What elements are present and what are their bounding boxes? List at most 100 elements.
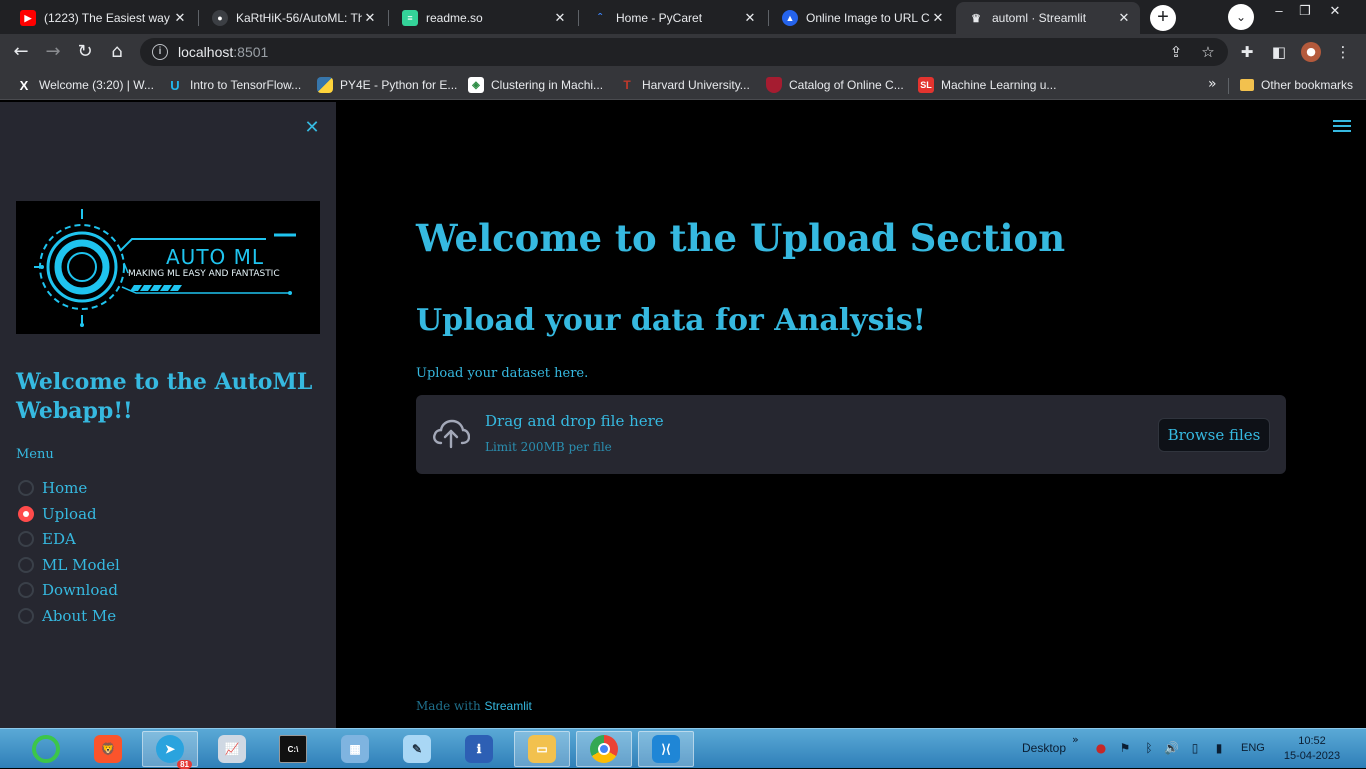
browser-toolbar: ← → ↻ ⌂ i localhost:8501 ⇪ ☆ ✚ ◧ ● ⋮ (0, 34, 1366, 70)
radio-label: Upload (42, 505, 97, 523)
taskbar-monitor[interactable]: 📈 (204, 731, 260, 767)
start-button[interactable] (18, 731, 74, 767)
taskbar-explorer[interactable]: ▭ (514, 731, 570, 767)
taskbar-control-panel[interactable]: ▦ (327, 731, 383, 767)
site-info-icon[interactable]: i (152, 44, 168, 60)
taskbar-cmd[interactable]: C:\ (265, 731, 321, 767)
extensions-icon[interactable]: ✚ (1237, 42, 1257, 62)
close-icon[interactable]: ✕ (930, 10, 946, 26)
x-icon: X (19, 77, 29, 93)
taskbar-brave[interactable]: 🦁 (80, 731, 136, 767)
tab-separator (388, 10, 389, 26)
bookmark-item[interactable]: Catalog of Online C... (766, 76, 904, 94)
taskbar-notepad[interactable]: ✎ (389, 731, 445, 767)
taskbar-vscode[interactable]: ⟩⟨ (638, 731, 694, 767)
folder-icon (1240, 79, 1254, 91)
bookmark-item[interactable]: SL Machine Learning u... (918, 76, 1056, 94)
home-icon[interactable]: ⌂ (104, 39, 130, 65)
radio-circle[interactable] (18, 582, 34, 598)
tab-pycaret[interactable]: ˆ Home - PyCaret ✕ (580, 2, 766, 34)
tab-separator (198, 10, 199, 26)
back-icon[interactable]: ← (8, 39, 34, 65)
bookmark-item[interactable]: X Welcome (3:20) | W... (16, 76, 154, 94)
tab-title: (1223) The Easiest way to (44, 11, 172, 25)
antivirus-icon[interactable]: ● (1094, 741, 1108, 755)
radio-circle-selected[interactable] (18, 506, 34, 522)
close-icon[interactable]: ✕ (172, 10, 188, 26)
bookmark-item[interactable]: ◈ Clustering in Machi... (468, 76, 603, 94)
brave-icon: 🦁 (94, 735, 122, 763)
side-panel-icon[interactable]: ◧ (1269, 42, 1289, 62)
tab-youtube[interactable]: ▶ (1223) The Easiest way to ✕ (8, 2, 196, 34)
restore-icon[interactable]: ❐ (1290, 0, 1320, 22)
clock[interactable]: 10:52 15-04-2023 (1282, 734, 1342, 764)
bluetooth-icon[interactable]: ᛒ (1142, 741, 1156, 755)
streamlit-link[interactable]: Streamlit (485, 699, 532, 713)
browser-tab-strip: ▶ (1223) The Easiest way to ✕ ● KaRtHiK-… (0, 0, 1366, 34)
radio-option-upload[interactable]: Upload (18, 503, 97, 525)
close-icon[interactable]: ✕ (552, 10, 568, 26)
radio-label: ML Model (42, 556, 120, 574)
desktop-toolbar-label[interactable]: Desktop (1022, 741, 1066, 755)
bookmark-label: Clustering in Machi... (491, 78, 604, 92)
main-menu-icon[interactable] (1333, 120, 1351, 134)
share-icon[interactable]: ⇪ (1166, 42, 1186, 62)
bookmark-item[interactable]: T Harvard University... (619, 76, 750, 94)
taskbar-chrome[interactable] (576, 731, 632, 767)
vscode-icon: ⟩⟨ (652, 735, 680, 763)
radio-circle[interactable] (18, 557, 34, 573)
more-bookmarks-icon[interactable]: » (1208, 76, 1217, 92)
close-icon[interactable]: ✕ (742, 10, 758, 26)
browse-files-button[interactable]: Browse files (1158, 418, 1270, 452)
address-bar[interactable]: i localhost:8501 (140, 38, 1228, 66)
radio-circle[interactable] (18, 531, 34, 547)
network-signal-icon[interactable]: ▮ (1212, 741, 1226, 755)
radio-option-home[interactable]: Home (18, 477, 87, 499)
battery-icon[interactable]: ▯ (1188, 741, 1202, 755)
radio-circle[interactable] (18, 480, 34, 496)
url-host: localhost (178, 44, 234, 60)
file-dropzone[interactable]: Drag and drop file here Limit 200MB per … (416, 395, 1286, 474)
window-close-icon[interactable]: ✕ (1320, 0, 1350, 22)
taskbar-telegram[interactable]: ➤ 81 (142, 731, 198, 769)
close-icon[interactable]: ✕ (1116, 10, 1132, 26)
tab-image-url[interactable]: ▲ Online Image to URL Co ✕ (770, 2, 954, 34)
radio-option-about-me[interactable]: About Me (18, 605, 116, 627)
tab-streamlit[interactable]: ♛ automl · Streamlit ✕ (956, 2, 1140, 34)
tab-github[interactable]: ● KaRtHiK-56/AutoML: Th ✕ (200, 2, 386, 34)
radio-circle[interactable] (18, 608, 34, 624)
bookmark-star-icon[interactable]: ☆ (1198, 42, 1218, 62)
new-tab-button[interactable]: + (1150, 5, 1176, 31)
radio-option-download[interactable]: Download (18, 579, 118, 601)
tab-title: Online Image to URL Co (806, 11, 930, 25)
bookmark-item[interactable]: PY4E - Python for E... (317, 76, 457, 94)
telegram-icon: ➤ 81 (156, 735, 192, 769)
radio-option-eda[interactable]: EDA (18, 528, 76, 550)
bookmarks-bar: X Welcome (3:20) | W... U Intro to Tenso… (0, 70, 1366, 100)
youtube-icon: ▶ (20, 10, 36, 26)
forward-icon[interactable]: → (40, 39, 66, 65)
close-icon[interactable]: ✕ (362, 10, 378, 26)
bookmark-label: Welcome (3:20) | W... (39, 78, 154, 92)
notepad-icon: ✎ (403, 735, 431, 763)
github-icon: ● (212, 10, 228, 26)
profile-avatar[interactable]: ● (1301, 42, 1321, 62)
cloud-upload-icon (433, 419, 470, 449)
bookmark-label: Harvard University... (642, 78, 750, 92)
radio-option-ml-model[interactable]: ML Model (18, 554, 120, 576)
radio-label: Download (42, 581, 118, 599)
python-icon (317, 77, 333, 93)
toolbar-expand-icon[interactable]: » (1072, 733, 1079, 746)
tab-readme[interactable]: ≡ readme.so ✕ (390, 2, 576, 34)
reload-icon[interactable]: ↻ (72, 39, 98, 65)
volume-icon[interactable]: 🔊 (1164, 741, 1179, 755)
bookmark-item[interactable]: U Intro to TensorFlow... (167, 76, 301, 94)
close-sidebar-icon[interactable]: ✕ (302, 118, 322, 138)
taskbar-system-info[interactable]: ℹ (451, 731, 507, 767)
menu-kebab-icon[interactable]: ⋮ (1333, 42, 1353, 62)
input-language[interactable]: ENG (1241, 742, 1265, 754)
tab-search-icon[interactable]: ⌄ (1228, 4, 1254, 30)
performance-monitor-icon: 📈 (218, 735, 246, 763)
other-bookmarks[interactable]: Other bookmarks (1240, 76, 1353, 94)
action-center-flag-icon[interactable]: ⚑ (1118, 741, 1132, 755)
